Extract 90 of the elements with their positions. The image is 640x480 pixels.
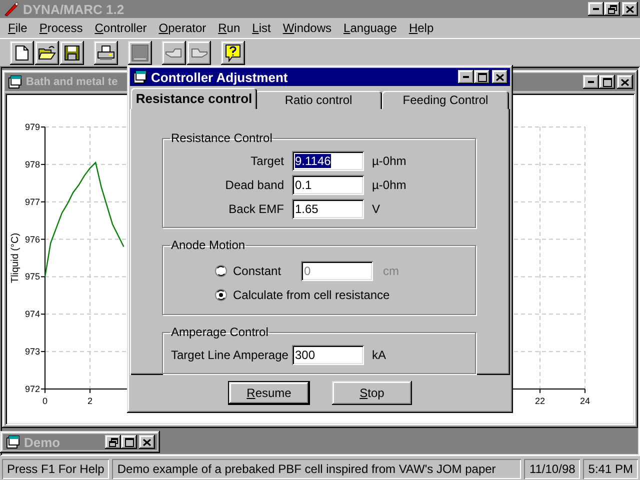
group-title: Amperage Control	[170, 325, 270, 339]
maximize-icon	[602, 78, 612, 86]
tab[interactable]: Resistance control	[131, 88, 257, 109]
unit-label: cm	[383, 264, 400, 278]
input-field[interactable]: 0.1	[292, 175, 364, 195]
y-axis-title: Tliquid (°C)	[10, 232, 21, 284]
help-icon	[225, 44, 241, 62]
y-tick-label: 974	[24, 309, 40, 320]
input-field[interactable]: 9.1146	[292, 151, 364, 171]
minimize-icon	[588, 81, 594, 83]
printer-icon	[97, 44, 115, 60]
status-text: Demo example of a prebaked PBF cell inspired from VAW's JOM paper	[112, 459, 522, 479]
maximize-button[interactable]	[121, 435, 137, 449]
dialog-button[interactable]: Resume	[228, 381, 310, 405]
field-label: Back EMF	[228, 202, 284, 216]
unit-label: V	[372, 202, 382, 216]
restore-button[interactable]	[105, 435, 121, 449]
maximize-button[interactable]	[474, 70, 490, 84]
y-tick-label: 976	[24, 234, 40, 244]
y-tick-label: 979	[24, 122, 40, 132]
tab[interactable]: Feeding Control	[382, 91, 509, 109]
unit-label: µ-0hm	[372, 154, 408, 168]
status-text: 5:41 PM	[583, 459, 638, 479]
close-icon	[496, 74, 504, 80]
maximize-button[interactable]	[599, 75, 615, 89]
close-button[interactable]	[622, 2, 638, 16]
maximize-icon	[478, 72, 486, 82]
minimize-button[interactable]	[588, 2, 604, 16]
app-icon	[3, 1, 19, 17]
menu-item[interactable]: Windows	[276, 21, 338, 35]
unit-label: kA	[372, 348, 388, 362]
menu-item[interactable]: Help	[402, 21, 440, 35]
blank-window-icon	[131, 44, 149, 62]
y-tick-label: 975	[24, 272, 40, 282]
restore-button[interactable]	[604, 2, 620, 16]
field-label: Target	[250, 154, 284, 168]
minimize-icon	[463, 76, 469, 78]
restore-icon	[108, 438, 118, 446]
window-icon	[8, 75, 22, 89]
open-folder-icon	[38, 45, 56, 60]
menu-item[interactable]: File	[2, 21, 34, 35]
radio-button[interactable]	[215, 289, 227, 301]
menu-item[interactable]: List	[246, 21, 277, 35]
group-title: Anode Motion	[170, 238, 246, 252]
close-icon	[626, 6, 634, 12]
y-tick-label: 978	[24, 159, 40, 170]
toolbar-button[interactable]	[35, 40, 59, 64]
minimize-icon	[593, 8, 599, 10]
close-icon	[143, 438, 151, 446]
toolbar-button[interactable]	[94, 40, 118, 64]
window-icon	[6, 435, 20, 449]
dialog-title: Controller Adjustment	[151, 70, 288, 84]
toolbar-button[interactable]	[60, 40, 84, 64]
input-field[interactable]: 300	[292, 345, 364, 365]
tab[interactable]: Ratio control	[255, 91, 382, 109]
close-icon	[621, 78, 629, 86]
minimize-button[interactable]	[583, 75, 599, 89]
window-title: DYNA/MARC 1.2	[23, 2, 124, 16]
menu-item[interactable]: Run	[212, 21, 246, 35]
menu-item[interactable]: Process	[33, 21, 89, 35]
status-text: 11/10/98	[524, 459, 580, 479]
x-tick-label: 24	[580, 396, 590, 406]
window-icon	[133, 70, 147, 84]
menu-item[interactable]: Language	[338, 21, 403, 35]
new-file-icon	[15, 44, 29, 60]
x-tick-label: 0	[42, 396, 48, 406]
x-tick-label: 2	[88, 396, 92, 406]
window-title: Demo	[24, 434, 60, 450]
radio-option[interactable]: Calculate from cell resistance	[215, 288, 390, 302]
y-tick-label: 973	[24, 346, 40, 357]
restore-icon	[608, 4, 616, 14]
toolbar-button[interactable]	[10, 40, 34, 64]
y-tick-label: 972	[24, 384, 40, 394]
maximize-icon	[124, 438, 134, 446]
y-tick-label: 977	[24, 196, 40, 207]
close-button[interactable]	[139, 435, 155, 449]
close-button[interactable]	[492, 70, 508, 84]
group-title: Resistance Control	[170, 131, 274, 145]
window-title: Bath and metal te	[26, 76, 118, 88]
unit-label: µ-0hm	[372, 178, 408, 192]
minimize-button[interactable]	[458, 70, 474, 84]
field-label: Dead band	[224, 178, 284, 192]
menu-item[interactable]: Operator	[152, 21, 212, 35]
input-field[interactable]: 1.65	[292, 199, 364, 219]
toolbar-button[interactable]	[221, 40, 245, 64]
menu-item[interactable]: Controller	[88, 21, 153, 35]
status-text: Press F1 For Help	[2, 459, 110, 479]
x-tick-label: 22	[535, 396, 545, 406]
dialog-button[interactable]: Stop	[332, 381, 412, 405]
close-button[interactable]	[617, 75, 633, 89]
